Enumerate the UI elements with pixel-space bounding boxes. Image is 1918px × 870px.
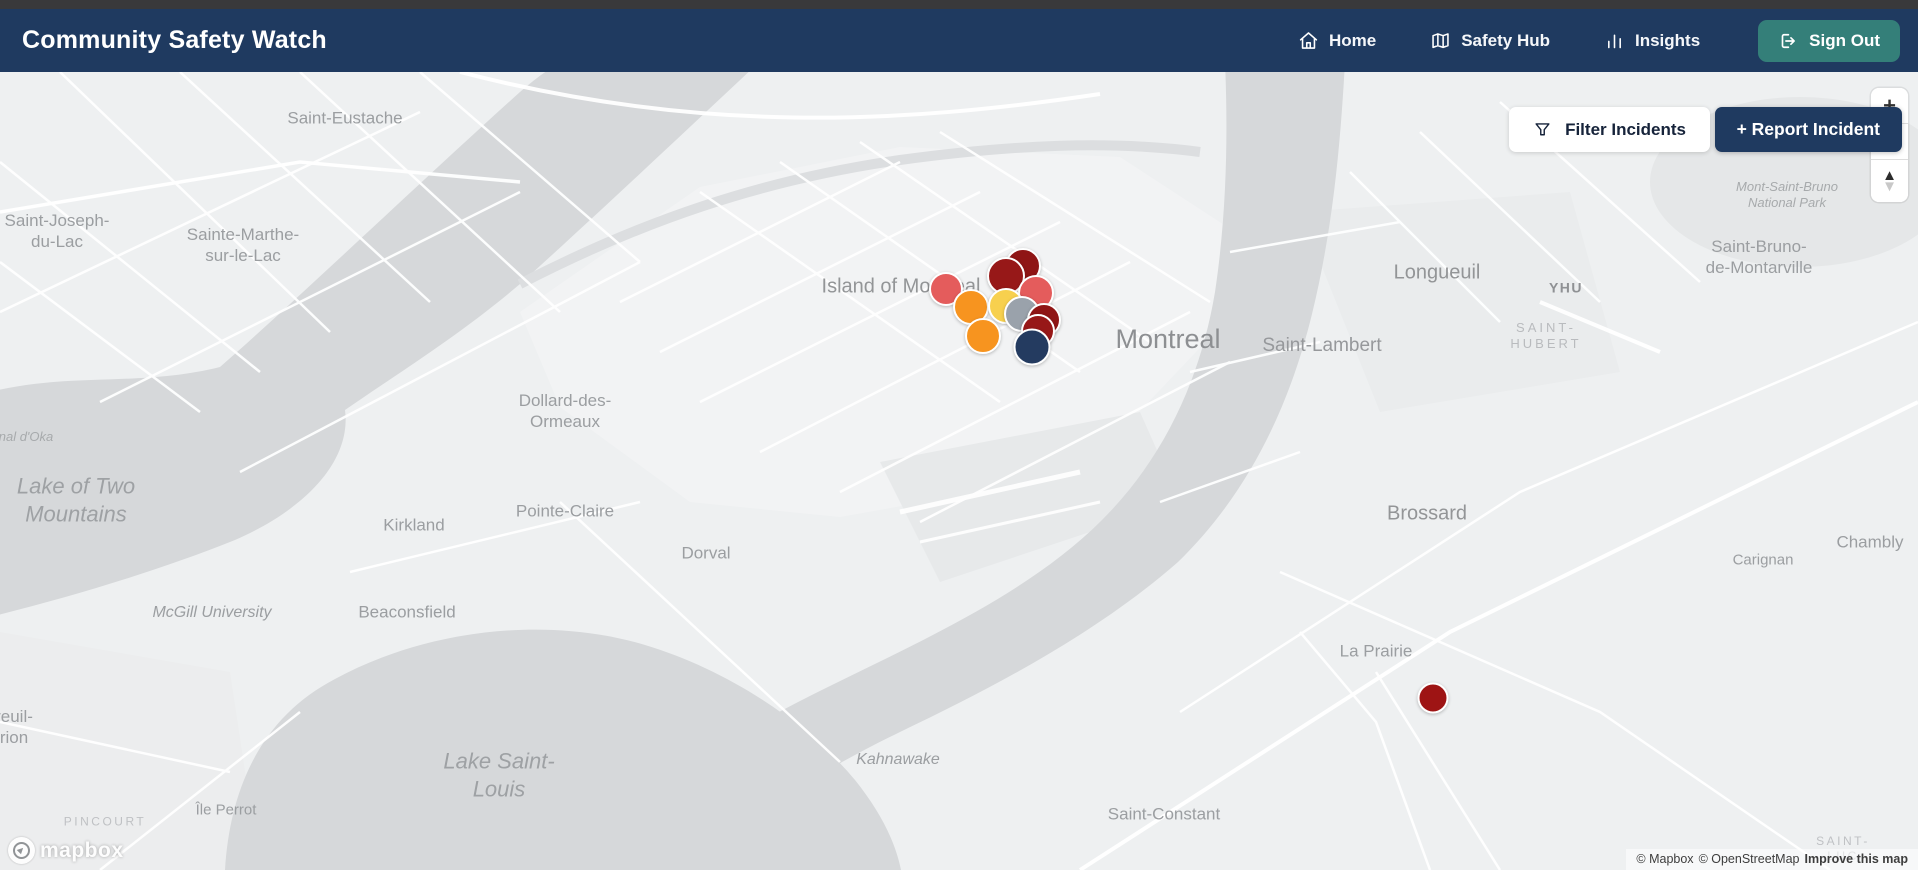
home-icon bbox=[1299, 32, 1318, 49]
incident-marker[interactable] bbox=[965, 318, 1001, 354]
map-attribution: © Mapbox © OpenStreetMap Improve this ma… bbox=[1626, 849, 1918, 870]
page-title: Community Safety Watch bbox=[22, 26, 327, 54]
basemap-artwork bbox=[0, 72, 1918, 870]
incident-map[interactable]: Saint-Eustache Saint-Joseph- du-Lac Sainte… bbox=[0, 72, 1918, 870]
report-incident-button[interactable]: + Report Incident bbox=[1714, 107, 1902, 152]
mapbox-attribution-link[interactable]: © Mapbox bbox=[1636, 852, 1693, 866]
nav-item-label: Home bbox=[1328, 30, 1377, 50]
mapbox-logo-icon bbox=[8, 837, 35, 864]
nav-item-label: Safety Hub bbox=[1461, 30, 1550, 50]
nav-item-safety-hub[interactable]: Safety Hub bbox=[1430, 30, 1550, 51]
logout-icon bbox=[1781, 33, 1796, 48]
sign-out-button[interactable]: Sign Out bbox=[1758, 19, 1900, 62]
incident-marker[interactable] bbox=[1417, 682, 1449, 714]
mapbox-logo-text: mapbox bbox=[40, 838, 124, 862]
map-icon bbox=[1432, 33, 1449, 49]
funnel-icon bbox=[1535, 123, 1550, 136]
browser-chrome-strip bbox=[0, 0, 1918, 9]
bar-chart-icon bbox=[1608, 34, 1621, 49]
mapbox-logo[interactable]: mapbox bbox=[8, 837, 124, 864]
nav-item-label: Insights bbox=[1635, 30, 1701, 50]
nav-item-insights[interactable]: Insights bbox=[1604, 30, 1700, 51]
nav-item-home[interactable]: Home bbox=[1298, 30, 1376, 51]
improve-map-link[interactable]: Improve this map bbox=[1805, 852, 1909, 866]
incident-marker[interactable] bbox=[1013, 328, 1051, 366]
pitch-down-icon: ▼ bbox=[1882, 178, 1897, 195]
main-nav: Home Safety Hub Insights Sign Out bbox=[1298, 19, 1900, 62]
report-incident-label: + Report Incident bbox=[1736, 119, 1880, 139]
filter-incidents-label: Filter Incidents bbox=[1565, 119, 1686, 139]
app-header: Community Safety Watch Home Safety Hub I… bbox=[0, 9, 1918, 72]
osm-attribution-link[interactable]: © OpenStreetMap bbox=[1699, 852, 1800, 866]
sign-out-label: Sign Out bbox=[1809, 30, 1880, 50]
filter-incidents-button[interactable]: Filter Incidents bbox=[1509, 107, 1710, 152]
pitch-toggle-button[interactable]: ▲ ▼ bbox=[1871, 160, 1908, 202]
